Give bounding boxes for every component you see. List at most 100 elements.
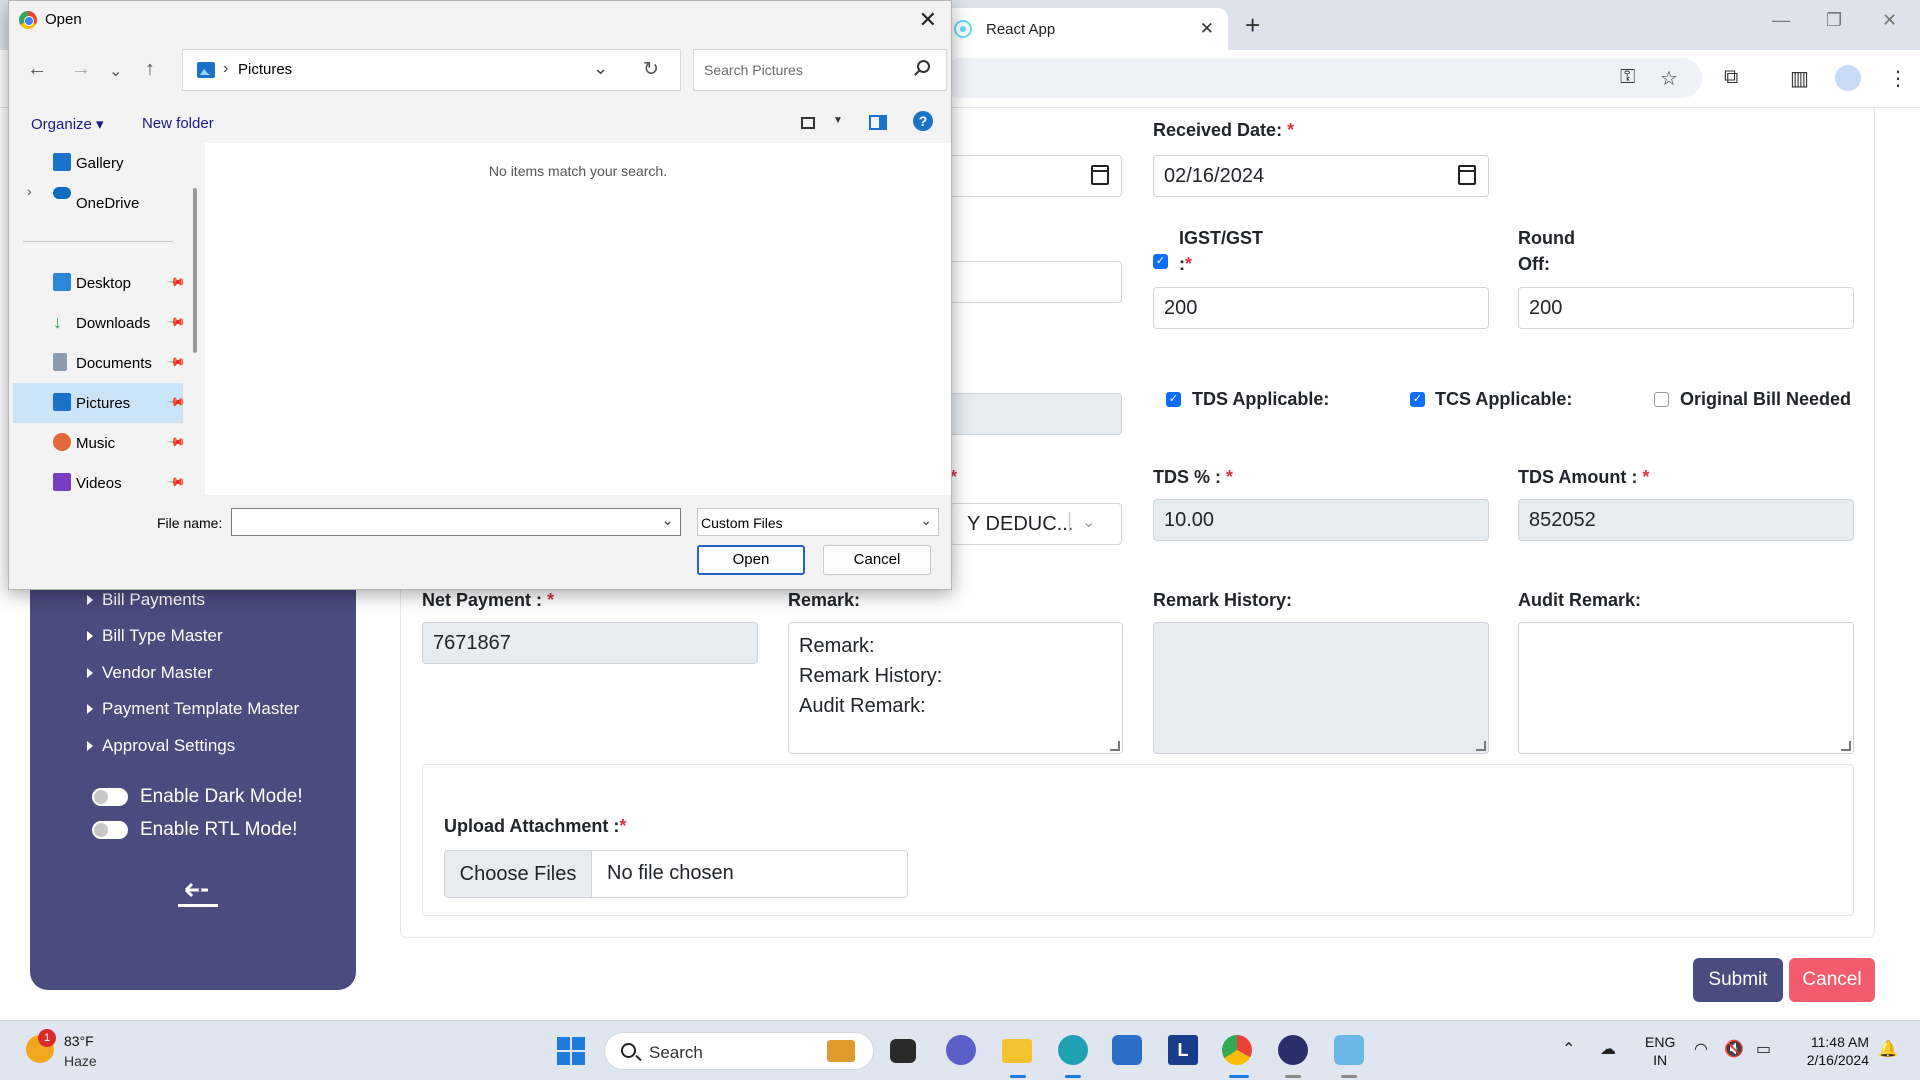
chrome-taskbar-icon[interactable] (1222, 1035, 1252, 1065)
breadcrumb-pictures[interactable]: Pictures (238, 61, 292, 78)
taskbar-search[interactable]: Search (604, 1032, 874, 1070)
remote-desktop-icon[interactable] (1334, 1035, 1364, 1065)
organize-menu[interactable]: Organize ▾ (31, 115, 104, 133)
notification-bell-icon[interactable]: 🔔 (1878, 1039, 1898, 1059)
original-bill-checkbox[interactable] (1654, 392, 1669, 407)
temperature[interactable]: 83°F (64, 1033, 94, 1049)
dialog-open-button[interactable]: Open (697, 545, 805, 575)
new-tab-button[interactable]: + (1245, 10, 1260, 41)
tray-overflow-chevron-icon[interactable]: ⌃ (1562, 1039, 1575, 1059)
nav-item-downloads[interactable]: Downloads (76, 315, 150, 332)
task-view-icon[interactable] (890, 1039, 916, 1063)
up-arrow-icon[interactable]: ↑ (145, 58, 155, 81)
back-arrow-icon[interactable]: ← (27, 58, 47, 81)
file-input[interactable]: Choose Files No file chosen (444, 850, 908, 898)
close-window-button[interactable]: ✕ (1882, 10, 1897, 31)
resize-grip-icon[interactable] (1110, 741, 1120, 751)
rtl-mode-toggle[interactable] (92, 821, 128, 839)
browser-tab[interactable]: React App ✕ (940, 8, 1228, 50)
collapse-arrow-icon[interactable] (178, 880, 218, 910)
l-app-icon[interactable]: L (1168, 1035, 1198, 1065)
store-icon[interactable] (1112, 1035, 1142, 1065)
nav-item-gallery[interactable]: Gallery (76, 155, 124, 172)
pin-icon[interactable]: 📌 (166, 432, 186, 452)
eclipse-icon[interactable] (1278, 1035, 1308, 1065)
nav-item-pictures[interactable]: Pictures (76, 395, 130, 412)
file-explorer-icon[interactable] (1002, 1039, 1032, 1063)
battery-icon[interactable]: ▭ (1756, 1039, 1771, 1059)
bill-date-input[interactable] (950, 155, 1122, 197)
calendar-icon[interactable] (1091, 165, 1109, 185)
dialog-cancel-button[interactable]: Cancel (823, 545, 931, 575)
file-type-chevron-icon[interactable]: ⌄ (920, 512, 932, 529)
teams-chat-icon[interactable] (946, 1035, 976, 1065)
chevron-down-icon[interactable]: ⌄ (1082, 512, 1095, 532)
tcs-applicable-checkbox[interactable]: ✓ (1410, 392, 1425, 407)
pin-icon[interactable]: 📌 (166, 352, 186, 372)
bookmark-star-icon[interactable]: ☆ (1660, 66, 1678, 91)
side-panel-icon[interactable]: ▥ (1790, 66, 1809, 91)
igst-checkbox[interactable]: ✓ (1153, 254, 1168, 269)
tds-section-select[interactable]: Y DEDUC... | ⌄ (950, 503, 1122, 545)
file-name-chevron-icon[interactable]: ⌄ (661, 511, 674, 529)
address-bar[interactable] (940, 58, 1702, 98)
refresh-icon[interactable]: ↻ (643, 58, 659, 81)
tab-close-icon[interactable]: ✕ (1200, 19, 1214, 39)
sidebar-item-payment-template-master[interactable]: Payment Template Master (87, 699, 299, 719)
edge-icon[interactable] (1058, 1035, 1088, 1065)
nav-item-music[interactable]: Music (76, 435, 115, 452)
clock[interactable]: 11:48 AM 2/16/2024 (1797, 1033, 1869, 1069)
nav-scrollbar[interactable] (193, 188, 197, 353)
dialog-address-bar[interactable]: › Pictures ⌄ ↻ (182, 49, 681, 91)
calendar-icon[interactable] (1458, 165, 1476, 185)
choose-files-button[interactable]: Choose Files (445, 851, 592, 897)
volume-muted-icon[interactable]: 🔇 (1724, 1039, 1744, 1059)
minimize-button[interactable]: — (1772, 10, 1790, 31)
audit-remark-textarea[interactable] (1518, 622, 1854, 754)
wifi-icon[interactable]: ◠ (1694, 1039, 1708, 1059)
igst-input[interactable]: 200 (1153, 287, 1489, 329)
file-name-input[interactable]: ⌄ (231, 508, 681, 536)
nav-item-onedrive[interactable]: OneDrive (76, 195, 139, 212)
nav-item-videos[interactable]: Videos (76, 475, 122, 492)
onedrive-tray-icon[interactable]: ☁ (1600, 1039, 1616, 1059)
submit-button[interactable]: Submit (1693, 958, 1783, 1002)
sidebar-item-bill-type-master[interactable]: Bill Type Master (87, 626, 223, 646)
dark-mode-toggle[interactable] (92, 788, 128, 806)
tds-applicable-checkbox[interactable]: ✓ (1166, 392, 1181, 407)
address-history-chevron-icon[interactable]: ⌄ (593, 58, 608, 79)
file-type-select[interactable]: Custom Files ⌄ (697, 508, 939, 536)
extensions-icon[interactable]: ⧉ (1724, 66, 1738, 89)
sidebar-item-vendor-master[interactable]: Vendor Master (87, 663, 213, 683)
nav-item-documents[interactable]: Documents (76, 355, 152, 372)
sidebar-item-bill-payments[interactable]: Bill Payments (87, 590, 205, 610)
language-indicator[interactable]: ENG IN (1645, 1033, 1675, 1069)
round-off-input[interactable]: 200 (1518, 287, 1854, 329)
forward-arrow-icon[interactable]: → (71, 58, 91, 81)
remark-textarea[interactable]: Remark: Remark History: Audit Remark: (788, 622, 1123, 754)
amount-input[interactable] (950, 261, 1122, 303)
pin-icon[interactable]: 📌 (166, 272, 186, 292)
menu-kebab-icon[interactable]: ⋮ (1888, 66, 1908, 91)
dialog-search-input[interactable]: Search Pictures (693, 49, 947, 91)
dialog-close-icon[interactable]: ✕ (919, 7, 937, 33)
preview-pane-icon[interactable] (869, 115, 887, 130)
nav-item-desktop[interactable]: Desktop (76, 275, 131, 292)
received-date-input[interactable]: 02/16/2024 (1153, 155, 1489, 197)
expand-chevron-icon[interactable]: › (27, 183, 32, 199)
help-icon[interactable]: ? (913, 111, 933, 131)
new-folder-button[interactable]: New folder (142, 115, 214, 132)
resize-grip-icon[interactable] (1476, 741, 1486, 751)
sidebar-item-approval-settings[interactable]: Approval Settings (87, 736, 235, 756)
view-options-chevron-icon[interactable]: ▼ (833, 115, 843, 126)
pin-icon[interactable]: 📌 (166, 312, 186, 332)
recent-chevron-icon[interactable]: ⌄ (109, 61, 122, 81)
cancel-button[interactable]: Cancel (1789, 958, 1875, 1002)
resize-grip-icon[interactable] (1841, 741, 1851, 751)
view-mode-icon[interactable] (801, 117, 815, 129)
key-icon[interactable]: ⚿ (1620, 66, 1635, 89)
dialog-file-list[interactable]: No items match your search. (205, 143, 951, 495)
profile-avatar-icon[interactable] (1835, 65, 1861, 91)
restore-button[interactable]: ❐ (1826, 10, 1842, 31)
pin-icon[interactable]: 📌 (166, 472, 186, 492)
